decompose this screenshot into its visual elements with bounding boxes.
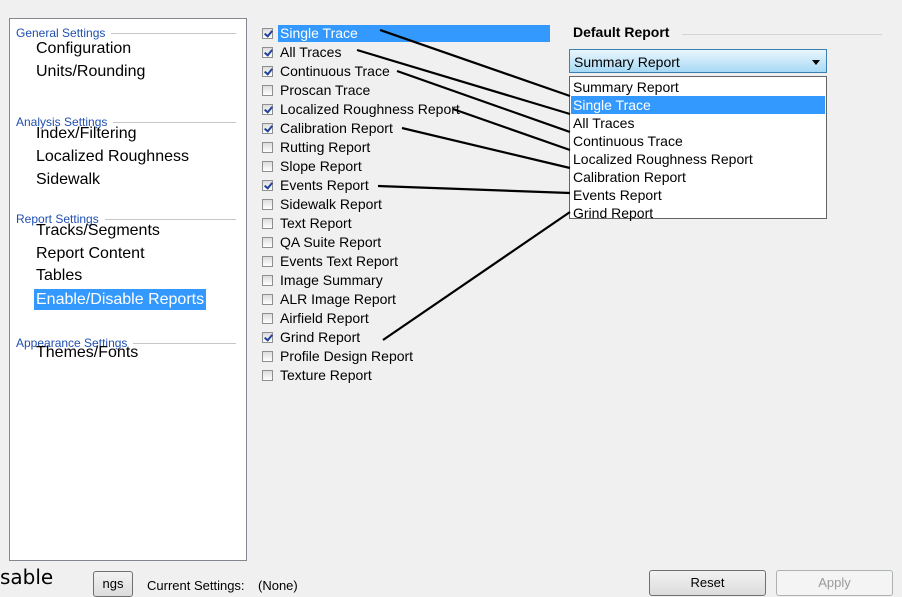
current-settings-label: Current Settings:	[147, 578, 245, 593]
checkbox-unchecked[interactable]	[262, 256, 273, 267]
nav-item-index-filtering[interactable]: Index/Filtering	[34, 123, 139, 144]
nav-item-tables[interactable]: Tables	[34, 265, 84, 286]
checkbox-unchecked[interactable]	[262, 351, 273, 362]
default-report-options: Summary Report Single Trace All Traces Cont…	[569, 76, 827, 222]
dropdown-option[interactable]: All Traces	[571, 114, 825, 132]
current-settings-value: (None)	[258, 578, 298, 593]
group-divider	[682, 34, 882, 35]
report-checkbox-row[interactable]: Text Report	[262, 215, 354, 232]
checkbox-checked[interactable]	[262, 104, 273, 115]
nav-item-report-content[interactable]: Report Content	[34, 243, 147, 264]
reset-button[interactable]: Reset	[649, 570, 766, 596]
report-label: All Traces	[280, 44, 342, 60]
checkbox-checked[interactable]	[262, 180, 273, 191]
default-report-dropdown[interactable]: Summary Report	[569, 49, 827, 73]
report-checkbox-row[interactable]: All Traces	[262, 44, 343, 61]
checkbox-unchecked[interactable]	[262, 275, 273, 286]
report-checkbox-row[interactable]: QA Suite Report	[262, 234, 383, 251]
dropdown-option[interactable]: Single Trace	[571, 96, 825, 114]
report-label: Text Report	[280, 215, 352, 231]
checkbox-unchecked[interactable]	[262, 161, 273, 172]
report-label: Grind Report	[280, 329, 361, 345]
report-checkbox-row[interactable]: ALR Image Report	[262, 291, 398, 308]
report-checkbox-row[interactable]: Airfield Report	[262, 310, 371, 327]
report-label: Localized Roughness Report	[280, 101, 460, 117]
cropped-label: sable	[0, 565, 54, 589]
dropdown-value: Summary Report	[574, 54, 680, 70]
arrow-grind	[382, 211, 571, 341]
report-label: Rutting Report	[280, 139, 371, 155]
report-checkbox-row[interactable]: Image Summary	[262, 272, 385, 289]
report-label: Slope Report	[280, 158, 362, 174]
report-label: Sidewalk Report	[280, 196, 382, 212]
checkbox-unchecked[interactable]	[262, 218, 273, 229]
nav-item-tracks-segments[interactable]: Tracks/Segments	[34, 220, 162, 241]
checkbox-checked[interactable]	[262, 332, 273, 343]
arrow-localized-roughness	[452, 107, 571, 152]
dropdown-option[interactable]: Continuous Trace	[571, 132, 825, 150]
arrow-events	[377, 184, 571, 195]
checkbox-unchecked[interactable]	[262, 237, 273, 248]
settings-nav-panel: General Settings Configuration Units/Round…	[9, 18, 247, 561]
arrow-calibration	[401, 126, 571, 170]
dropdown-option[interactable]: Summary Report	[571, 78, 825, 96]
nav-item-localized-roughness[interactable]: Localized Roughness	[34, 146, 191, 167]
default-report-title: Default Report	[573, 24, 670, 40]
dropdown-option[interactable]: Grind Report	[571, 204, 825, 222]
report-checkbox-row[interactable]: Grind Report	[262, 329, 362, 346]
group-divider	[111, 32, 236, 34]
nav-item-themes-fonts[interactable]: Themes/Fonts	[34, 342, 140, 363]
report-label: Events Report	[280, 177, 369, 193]
checkbox-unchecked[interactable]	[262, 199, 273, 210]
report-checkbox-row[interactable]: Rutting Report	[262, 139, 372, 156]
settings-button[interactable]: ngs	[93, 571, 133, 597]
checkbox-unchecked[interactable]	[262, 85, 273, 96]
report-label: Single Trace	[278, 25, 550, 42]
checkbox-unchecked[interactable]	[262, 370, 273, 381]
report-checkbox-row[interactable]: Sidewalk Report	[262, 196, 384, 213]
report-label: Image Summary	[280, 272, 383, 288]
report-checkbox-row[interactable]: Events Text Report	[262, 253, 400, 270]
chevron-down-icon[interactable]	[812, 60, 820, 65]
dropdown-option[interactable]: Events Report	[571, 186, 825, 204]
report-label: Events Text Report	[280, 253, 399, 269]
report-label: Profile Design Report	[280, 348, 414, 364]
report-checkbox-row[interactable]: Proscan Trace	[262, 82, 372, 99]
group-divider	[133, 342, 236, 344]
nav-item-enable-disable-reports[interactable]: Enable/Disable Reports	[34, 289, 207, 310]
report-label: ALR Image Report	[280, 291, 396, 307]
report-label: Proscan Trace	[280, 82, 371, 98]
apply-button[interactable]: Apply	[776, 570, 893, 596]
report-label: Airfield Report	[280, 310, 369, 326]
report-checkbox-row[interactable]: Localized Roughness Report	[262, 101, 462, 118]
checkbox-checked[interactable]	[262, 47, 273, 58]
checkbox-checked[interactable]	[262, 66, 273, 77]
report-checkbox-row[interactable]: Single Trace	[262, 25, 550, 42]
report-label: QA Suite Report	[280, 234, 382, 250]
report-checkbox-row[interactable]: Slope Report	[262, 158, 364, 175]
report-checkbox-row[interactable]: Continuous Trace	[262, 63, 392, 80]
report-checkbox-row[interactable]: Events Report	[262, 177, 371, 194]
report-checkbox-row[interactable]: Profile Design Report	[262, 348, 415, 365]
nav-item-configuration[interactable]: Configuration	[34, 38, 133, 59]
nav-item-sidewalk[interactable]: Sidewalk	[34, 169, 102, 190]
report-label: Calibration Report	[280, 120, 393, 136]
report-checkbox-row[interactable]: Texture Report	[262, 367, 374, 384]
report-label: Continuous Trace	[280, 63, 390, 79]
nav-item-units-rounding[interactable]: Units/Rounding	[34, 61, 147, 82]
checkbox-unchecked[interactable]	[262, 142, 273, 153]
checkbox-checked[interactable]	[262, 28, 273, 39]
report-label: Texture Report	[280, 367, 372, 383]
dropdown-option[interactable]: Localized Roughness Report	[571, 150, 825, 168]
dropdown-option[interactable]: Calibration Report	[571, 168, 825, 186]
checkbox-unchecked[interactable]	[262, 294, 273, 305]
checkbox-unchecked[interactable]	[262, 313, 273, 324]
report-checkbox-row[interactable]: Calibration Report	[262, 120, 395, 137]
checkbox-checked[interactable]	[262, 123, 273, 134]
